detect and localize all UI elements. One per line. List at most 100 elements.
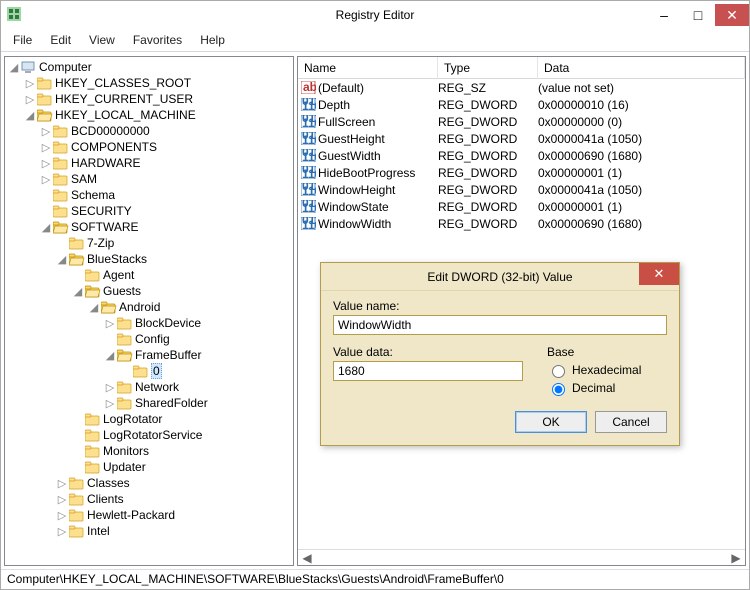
- tree-network[interactable]: ▷Network: [5, 379, 293, 395]
- column-data[interactable]: Data: [538, 57, 745, 79]
- dialog-title-bar[interactable]: Edit DWORD (32-bit) Value ✕: [321, 263, 679, 291]
- expand-toggle-icon[interactable]: ▷: [103, 317, 117, 330]
- tree-7zip[interactable]: 7-Zip: [5, 235, 293, 251]
- radio-hexadecimal-input[interactable]: [552, 365, 565, 378]
- expand-toggle-icon[interactable]: ◢: [55, 253, 69, 266]
- expand-toggle-icon[interactable]: ▷: [55, 477, 69, 490]
- value-row[interactable]: WindowStateREG_DWORD0x00000001 (1): [298, 198, 745, 215]
- scroll-right-icon[interactable]: ▶: [727, 550, 745, 566]
- value-row[interactable]: GuestWidthREG_DWORD0x00000690 (1680): [298, 147, 745, 164]
- expand-toggle-icon[interactable]: ▷: [55, 493, 69, 506]
- folder-icon: [69, 476, 85, 490]
- value-type: REG_DWORD: [438, 183, 538, 197]
- maximize-button[interactable]: □: [681, 4, 715, 26]
- radio-decimal-input[interactable]: [552, 383, 565, 396]
- expand-toggle-icon[interactable]: ◢: [87, 301, 101, 314]
- menu-view[interactable]: View: [81, 31, 123, 49]
- tree-agent[interactable]: Agent: [5, 267, 293, 283]
- tree-hkcr[interactable]: ▷HKEY_CLASSES_ROOT: [5, 75, 293, 91]
- expand-toggle-icon[interactable]: ◢: [103, 349, 117, 362]
- expand-toggle-icon[interactable]: ▷: [55, 525, 69, 538]
- menu-file[interactable]: File: [5, 31, 40, 49]
- tree-monitors[interactable]: Monitors: [5, 443, 293, 459]
- tree-android[interactable]: ◢Android: [5, 299, 293, 315]
- radio-decimal[interactable]: Decimal: [547, 379, 667, 397]
- value-row[interactable]: DepthREG_DWORD0x00000010 (16): [298, 96, 745, 113]
- tree-label: 0: [151, 363, 162, 379]
- tree-sam[interactable]: ▷SAM: [5, 171, 293, 187]
- tree-updater[interactable]: Updater: [5, 459, 293, 475]
- tree-computer[interactable]: ◢Computer: [5, 59, 293, 75]
- expand-toggle-icon[interactable]: ▷: [39, 157, 53, 170]
- tree-framebuffer[interactable]: ◢FrameBuffer: [5, 347, 293, 363]
- tree-config[interactable]: Config: [5, 331, 293, 347]
- tree-label: BlueStacks: [87, 252, 147, 266]
- scroll-left-icon[interactable]: ◀: [298, 550, 316, 566]
- expand-toggle-icon[interactable]: ▷: [55, 509, 69, 522]
- expand-toggle-icon[interactable]: ▷: [23, 93, 37, 106]
- tree-label: HKEY_LOCAL_MACHINE: [55, 108, 196, 122]
- expand-toggle-icon[interactable]: ▷: [103, 381, 117, 394]
- value-data: (value not set): [538, 81, 745, 95]
- tree-logrotator[interactable]: LogRotator: [5, 411, 293, 427]
- tree-blockdevice[interactable]: ▷BlockDevice: [5, 315, 293, 331]
- tree-hardware[interactable]: ▷HARDWARE: [5, 155, 293, 171]
- value-row[interactable]: HideBootProgressREG_DWORD0x00000001 (1): [298, 164, 745, 181]
- tree-logrotatorservice[interactable]: LogRotatorService: [5, 427, 293, 443]
- tree-zero[interactable]: 0: [5, 363, 293, 379]
- value-row[interactable]: WindowHeightREG_DWORD0x0000041a (1050): [298, 181, 745, 198]
- tree-software[interactable]: ◢SOFTWARE: [5, 219, 293, 235]
- folder-icon: [101, 300, 117, 314]
- tree-classes[interactable]: ▷Classes: [5, 475, 293, 491]
- close-button[interactable]: ✕: [715, 4, 749, 26]
- value-type: REG_DWORD: [438, 200, 538, 214]
- ok-button[interactable]: OK: [515, 411, 587, 433]
- value-type: REG_DWORD: [438, 98, 538, 112]
- tree-sharedfolder[interactable]: ▷SharedFolder: [5, 395, 293, 411]
- status-bar: Computer\HKEY_LOCAL_MACHINE\SOFTWARE\Blu…: [1, 569, 749, 589]
- expand-toggle-icon[interactable]: ▷: [39, 173, 53, 186]
- cancel-button[interactable]: Cancel: [595, 411, 667, 433]
- folder-icon: [53, 220, 69, 234]
- expand-toggle-icon[interactable]: ◢: [39, 221, 53, 234]
- tree-bcd[interactable]: ▷BCD00000000: [5, 123, 293, 139]
- tree-schema[interactable]: Schema: [5, 187, 293, 203]
- value-row[interactable]: GuestHeightREG_DWORD0x0000041a (1050): [298, 130, 745, 147]
- expand-toggle-icon[interactable]: ▷: [23, 77, 37, 90]
- radio-hexadecimal[interactable]: Hexadecimal: [547, 361, 667, 379]
- tree-components[interactable]: ▷COMPONENTS: [5, 139, 293, 155]
- value-row[interactable]: WindowWidthREG_DWORD0x00000690 (1680): [298, 215, 745, 232]
- horizontal-scrollbar[interactable]: ◀ ▶: [298, 549, 745, 565]
- tree-hp[interactable]: ▷Hewlett-Packard: [5, 507, 293, 523]
- value-name: (Default): [318, 81, 438, 95]
- tree-hklm[interactable]: ◢ HKEY_LOCAL_MACHINE: [5, 107, 293, 123]
- column-name[interactable]: Name: [298, 57, 438, 79]
- tree-intel[interactable]: ▷ Intel: [5, 523, 293, 539]
- tree-bluestacks[interactable]: ◢ BlueStacks: [5, 251, 293, 267]
- value-name-input[interactable]: [333, 315, 667, 335]
- folder-icon: [85, 444, 101, 458]
- tree-hkcu[interactable]: ▷HKEY_CURRENT_USER: [5, 91, 293, 107]
- expand-toggle-icon[interactable]: ◢: [7, 61, 21, 74]
- column-type[interactable]: Type: [438, 57, 538, 79]
- expand-toggle-icon[interactable]: ◢: [71, 285, 85, 298]
- tree-guests[interactable]: ◢Guests: [5, 283, 293, 299]
- expand-toggle-icon[interactable]: ▷: [39, 141, 53, 154]
- tree-pane[interactable]: ◢Computer▷HKEY_CLASSES_ROOT▷HKEY_CURRENT…: [4, 56, 294, 566]
- tree-clients[interactable]: ▷Clients: [5, 491, 293, 507]
- value-type-icon: [298, 98, 318, 111]
- menu-favorites[interactable]: Favorites: [125, 31, 190, 49]
- value-row[interactable]: (Default)REG_SZ(value not set): [298, 79, 745, 96]
- expand-toggle-icon[interactable]: ▷: [39, 125, 53, 138]
- tree-label: Config: [135, 332, 170, 346]
- value-data-input[interactable]: [333, 361, 523, 381]
- dialog-close-button[interactable]: ✕: [639, 263, 679, 285]
- expand-toggle-icon[interactable]: ◢: [23, 109, 37, 122]
- menu-edit[interactable]: Edit: [42, 31, 79, 49]
- tree-security[interactable]: SECURITY: [5, 203, 293, 219]
- minimize-button[interactable]: –: [647, 4, 681, 26]
- value-row[interactable]: FullScreenREG_DWORD0x00000000 (0): [298, 113, 745, 130]
- expand-toggle-icon[interactable]: ▷: [103, 397, 117, 410]
- menu-help[interactable]: Help: [192, 31, 233, 49]
- tree-label: Intel: [87, 524, 110, 538]
